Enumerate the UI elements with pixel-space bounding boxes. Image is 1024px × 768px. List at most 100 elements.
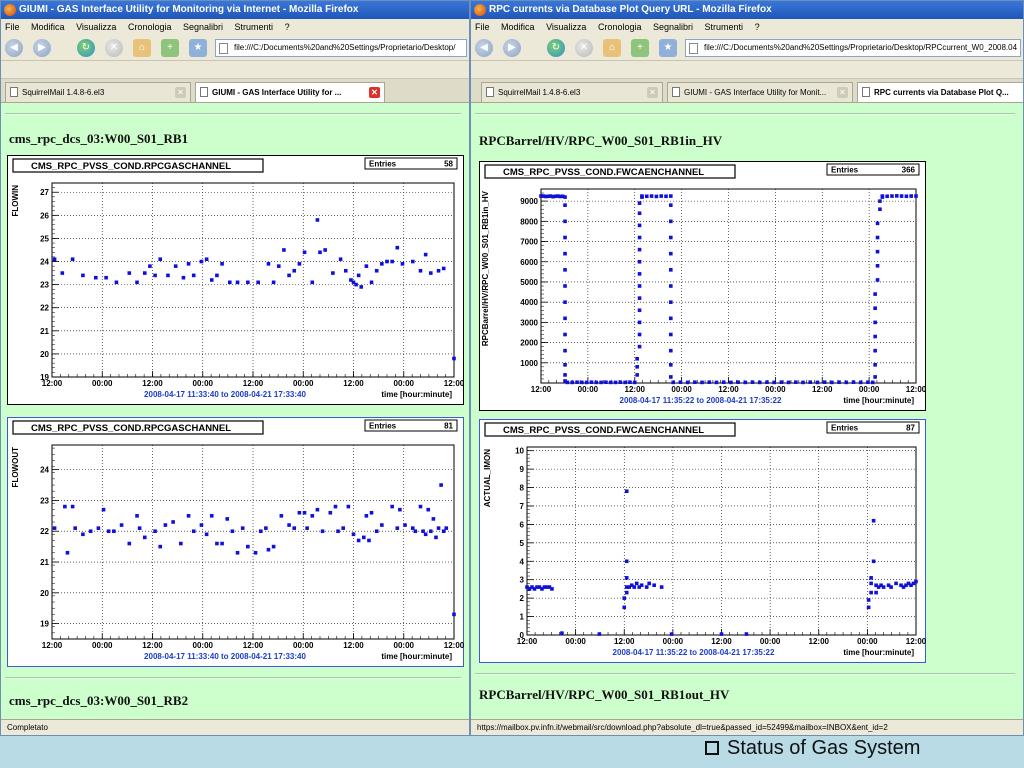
- data-point: [297, 262, 302, 266]
- left-url-bar[interactable]: file:///C:/Documents%20and%20Settings/Pr…: [215, 39, 467, 57]
- menu-help[interactable]: ?: [755, 22, 760, 32]
- menu-cronologia[interactable]: Cronologia: [128, 22, 172, 32]
- data-point: [367, 538, 371, 543]
- menu-strumenti[interactable]: Strumenti: [235, 22, 274, 32]
- menu-file[interactable]: File: [475, 22, 490, 32]
- data-point: [362, 535, 366, 540]
- data-point: [707, 380, 712, 384]
- data-point: [584, 380, 589, 385]
- x-tick-label: 00:00: [671, 385, 692, 394]
- data-point: [351, 532, 356, 537]
- stop-icon[interactable]: ✕: [575, 39, 593, 57]
- menu-segnalibri[interactable]: Segnalibri: [183, 22, 223, 32]
- tab-label: SquirrelMail 1.4.8-6.el3: [22, 88, 105, 97]
- separator: [5, 113, 461, 115]
- data-point: [374, 268, 379, 273]
- menu-modifica[interactable]: Modifica: [501, 22, 535, 32]
- right-title-bar[interactable]: RPC currents via Database Plot Query URL…: [471, 1, 1023, 19]
- data-point: [669, 284, 673, 288]
- x-tick-label: 12:00: [625, 385, 646, 394]
- data-point: [338, 257, 343, 262]
- new-tab-icon[interactable]: +: [631, 39, 649, 57]
- data-point: [563, 251, 567, 256]
- data-point: [873, 348, 877, 353]
- y-tick-label: 8: [520, 484, 525, 493]
- back-icon[interactable]: ◀: [475, 39, 493, 57]
- bookmark-icon[interactable]: ★: [189, 39, 207, 57]
- menu-cronologia[interactable]: Cronologia: [598, 22, 642, 32]
- menu-visualizza[interactable]: Visualizza: [546, 22, 586, 32]
- tab-giumi[interactable]: GIUMI - GAS Interface Utility for Monit.…: [667, 82, 853, 102]
- hv-chart: CMS_RPC_PVSS_COND.FWCAENCHANNEL Entries 36…: [479, 161, 926, 411]
- left-url-text: file:///C:/Documents%20and%20Settings/Pr…: [234, 43, 456, 52]
- data-point: [297, 510, 302, 515]
- data-point: [639, 583, 644, 588]
- data-point: [101, 507, 106, 512]
- data-point: [421, 529, 425, 534]
- data-point: [873, 375, 877, 379]
- data-point: [246, 280, 250, 285]
- y-tick-label: 5: [520, 539, 525, 548]
- data-point: [191, 273, 196, 278]
- data-point: [880, 194, 885, 198]
- data-point: [589, 380, 594, 384]
- data-point: [649, 194, 654, 198]
- left-title-bar[interactable]: GIUMI - GAS Interface Utility for Monito…: [1, 1, 469, 19]
- y-tick-label: 3: [520, 576, 525, 585]
- data-point: [410, 259, 415, 264]
- tab-squirrelmail[interactable]: SquirrelMail 1.4.8-6.el3 ✕: [481, 82, 663, 102]
- close-tab-icon[interactable]: ✕: [369, 87, 380, 98]
- menu-segnalibri[interactable]: Segnalibri: [653, 22, 693, 32]
- menu-help[interactable]: ?: [285, 22, 290, 32]
- chart-title: CMS_RPC_PVSS_COND.RPCGASCHANNEL: [31, 423, 231, 434]
- y-tick-label: 10: [515, 447, 524, 456]
- data-point: [659, 585, 664, 589]
- forward-icon[interactable]: ▶: [33, 39, 51, 57]
- menu-file[interactable]: File: [5, 22, 20, 32]
- data-point: [613, 380, 618, 385]
- tab-giumi[interactable]: GIUMI - GAS Interface Utility for ... ✕: [195, 82, 385, 102]
- close-tab-icon[interactable]: ✕: [647, 87, 658, 98]
- data-point: [628, 380, 632, 384]
- x-tick-label: 00:00: [92, 641, 113, 650]
- data-point: [858, 380, 863, 385]
- data-point: [873, 334, 877, 339]
- data-point: [604, 380, 608, 384]
- data-point: [669, 251, 673, 256]
- data-point: [719, 632, 724, 636]
- data-point: [873, 292, 877, 296]
- new-tab-icon[interactable]: +: [161, 39, 179, 57]
- data-point: [199, 523, 204, 527]
- home-icon[interactable]: ⌂: [133, 39, 151, 57]
- bookmark-icon[interactable]: ★: [659, 39, 677, 57]
- forward-icon[interactable]: ▶: [503, 39, 521, 57]
- y-tick-label: 20: [40, 589, 49, 598]
- tab-squirrelmail[interactable]: SquirrelMail 1.4.8-6.el3 ✕: [5, 82, 191, 102]
- tab-rpc-currents[interactable]: RPC currents via Database Plot Q...: [857, 82, 1023, 102]
- menu-visualizza[interactable]: Visualizza: [76, 22, 116, 32]
- data-point: [851, 380, 856, 384]
- data-point: [563, 316, 567, 321]
- stop-icon[interactable]: ✕: [105, 39, 123, 57]
- close-tab-icon[interactable]: ✕: [837, 87, 848, 98]
- data-point: [333, 504, 338, 509]
- close-tab-icon[interactable]: ✕: [175, 87, 186, 98]
- data-point: [390, 259, 394, 264]
- menu-strumenti[interactable]: Strumenti: [705, 22, 744, 32]
- data-point: [822, 380, 827, 384]
- right-url-bar[interactable]: file:///C:/Documents%20and%20Settings/Pr…: [685, 39, 1021, 57]
- reload-icon[interactable]: ↻: [547, 39, 565, 57]
- data-point: [452, 612, 456, 617]
- data-point: [215, 273, 219, 278]
- back-icon[interactable]: ◀: [5, 39, 23, 57]
- menu-modifica[interactable]: Modifica: [31, 22, 65, 32]
- reload-icon[interactable]: ↻: [77, 39, 95, 57]
- home-icon[interactable]: ⌂: [603, 39, 621, 57]
- data-point: [904, 194, 909, 199]
- data-point: [669, 316, 673, 321]
- data-point: [608, 380, 613, 385]
- data-point: [418, 268, 423, 273]
- data-point: [400, 262, 405, 266]
- data-point: [693, 380, 697, 384]
- x-tick-label: 00:00: [92, 379, 113, 388]
